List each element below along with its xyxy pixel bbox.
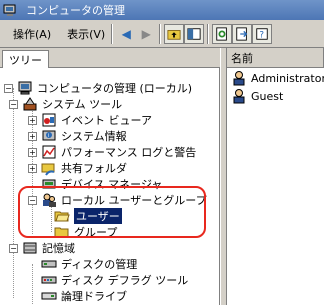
svg-text:i: i	[48, 133, 49, 139]
help-icon[interactable]: ?	[252, 23, 273, 44]
computer-icon	[17, 80, 33, 96]
tree-item-label: パフォーマンス ログと警告	[61, 146, 197, 159]
computer-management-icon	[2, 2, 18, 18]
collapse-toggle[interactable]: −	[4, 83, 13, 93]
tree-line	[32, 264, 33, 304]
details-pane: 名前 Administrator Guest	[227, 48, 324, 305]
tree-item-label: イベント ビューア	[61, 114, 153, 127]
pane-splitter[interactable]	[220, 48, 227, 305]
shared-folder-icon	[41, 160, 57, 176]
tools-icon	[22, 96, 38, 112]
list-item[interactable]: Guest	[231, 88, 283, 104]
performance-icon	[41, 144, 57, 160]
back-arrow-icon[interactable]: ◀	[116, 24, 136, 44]
svg-text:?: ?	[260, 30, 265, 40]
show-tree-icon[interactable]	[184, 23, 205, 44]
defrag-icon	[41, 272, 57, 288]
column-header-name[interactable]: 名前	[227, 48, 324, 68]
refresh-icon[interactable]	[212, 23, 233, 44]
list-item-label: Administrator	[251, 71, 324, 85]
tree-item-system-tools[interactable]: − システム ツール	[9, 96, 122, 112]
tree-item-label: 共有フォルダ	[61, 162, 127, 175]
tree-item-label: システム ツール	[42, 98, 123, 111]
tree-item-computer-management[interactable]: − コンピュータの管理 (ローカル)	[4, 80, 192, 96]
list-item[interactable]: Administrator	[231, 70, 324, 86]
tree-pane: ツリー − コンピュータの管理 (ローカル) − システム ツール + イベント…	[0, 48, 220, 305]
disk-management-icon	[41, 256, 57, 272]
tree-item-disk-management[interactable]: ディスクの管理	[41, 256, 137, 272]
tree-item-label: ディスク デフラグ ツール	[61, 274, 189, 287]
expand-toggle[interactable]: +	[28, 115, 37, 125]
system-info-icon: i	[41, 128, 57, 144]
up-folder-icon[interactable]	[164, 23, 185, 44]
tree-item-shared-folders[interactable]: + 共有フォルダ	[28, 160, 127, 176]
tree-item-performance-logs[interactable]: + パフォーマンス ログと警告	[28, 144, 196, 160]
menu-toolbar: 操作(A) 表示(V) ◀ ▶ ?	[0, 20, 324, 48]
tree-item-label: 記憶域	[42, 242, 75, 255]
tree-item-label: ディスクの管理	[61, 258, 138, 271]
toolbar-separator	[111, 23, 114, 44]
tree-item-label: システム情報	[61, 130, 127, 143]
collapse-toggle[interactable]: −	[9, 99, 18, 109]
expand-toggle[interactable]: +	[28, 147, 37, 157]
list-item-label: Guest	[251, 89, 284, 103]
tree-line	[13, 88, 14, 298]
tree-item-event-viewer[interactable]: + イベント ビューア	[28, 112, 152, 128]
tree-item-disk-defrag[interactable]: ディスク デフラグ ツール	[41, 272, 188, 288]
menu-view[interactable]: 表示(V)	[64, 26, 108, 42]
user-icon	[231, 70, 247, 86]
tree-item-system-info[interactable]: + i システム情報	[28, 128, 127, 144]
event-viewer-icon	[41, 112, 57, 128]
tree-item-logical-drives[interactable]: 論理ドライブ	[41, 288, 127, 304]
expand-toggle[interactable]: +	[28, 163, 37, 173]
annotation-highlight	[18, 186, 206, 238]
tree-item-label: コンピュータの管理 (ローカル)	[37, 82, 193, 95]
user-icon	[231, 88, 247, 104]
storage-icon	[22, 240, 38, 256]
tree-tab-bar: ツリー	[0, 48, 220, 68]
toolbar-separator	[207, 23, 210, 44]
window-title: コンピュータの管理	[26, 4, 125, 17]
logical-drive-icon	[41, 288, 57, 304]
export-list-icon[interactable]	[232, 23, 253, 44]
forward-arrow-icon[interactable]: ▶	[136, 24, 156, 44]
expand-toggle[interactable]: +	[28, 131, 37, 141]
menu-action[interactable]: 操作(A)	[10, 26, 54, 42]
title-bar: コンピュータの管理	[0, 0, 324, 20]
tab-tree[interactable]: ツリー	[2, 50, 49, 68]
tree-item-label: 論理ドライブ	[61, 290, 127, 303]
tree-item-storage[interactable]: − 記憶域	[9, 240, 75, 256]
toolbar-separator	[159, 23, 162, 44]
collapse-toggle[interactable]: −	[9, 243, 18, 253]
